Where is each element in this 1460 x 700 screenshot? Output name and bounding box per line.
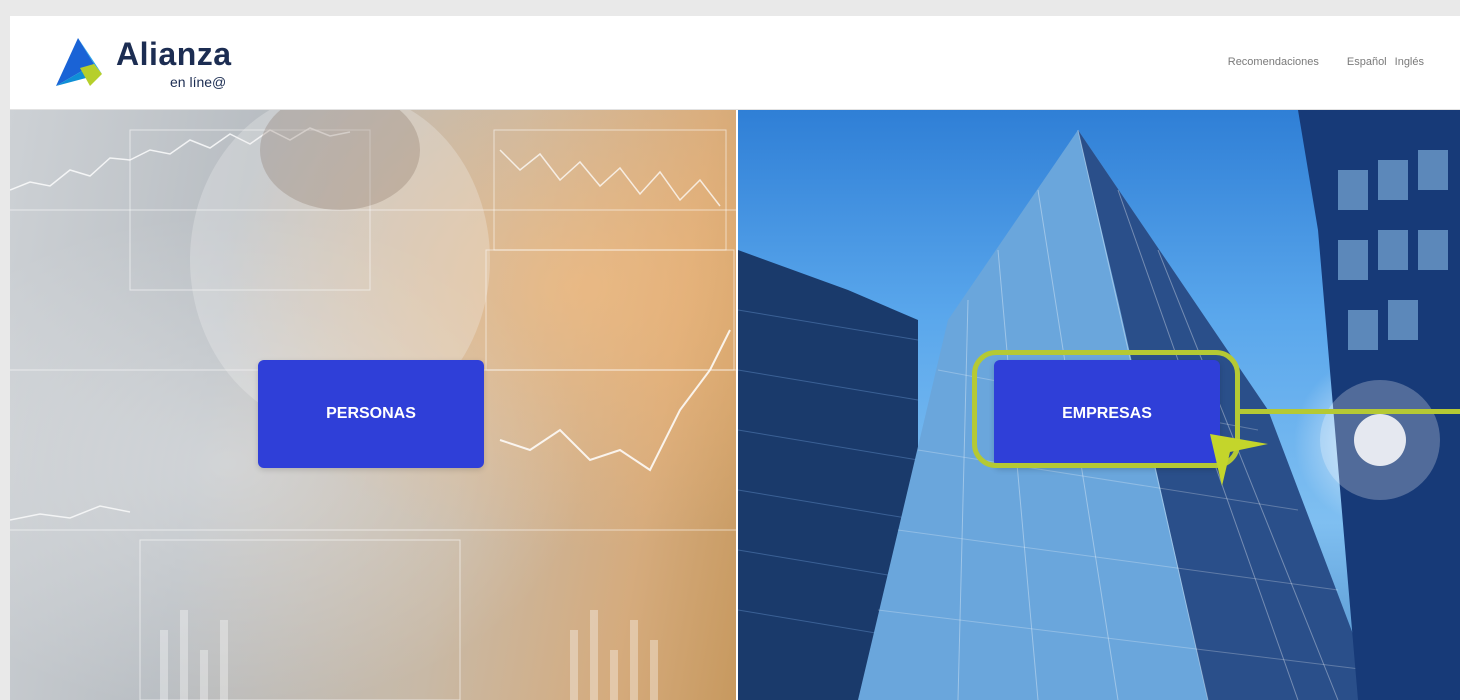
hero: PERSONAS EMPRESAS [10,110,1460,700]
page-frame: Alianza en líne@ Recomendaciones Español… [10,16,1460,700]
top-nav: Recomendaciones Español Inglés [1228,56,1424,68]
brand-name: Alianza [116,36,232,72]
nav-recomendaciones[interactable]: Recomendaciones [1228,56,1319,68]
arrow-pointer-icon [1210,434,1268,486]
personas-panel[interactable]: PERSONAS [10,110,736,700]
site-header: Alianza en líne@ Recomendaciones Español… [10,16,1460,110]
lang-ingles[interactable]: Inglés [1395,56,1424,68]
language-switcher: Español Inglés [1347,56,1424,68]
lang-espanol[interactable]: Español [1347,56,1387,68]
empresas-panel[interactable]: EMPRESAS [738,110,1460,700]
empresas-button[interactable]: EMPRESAS [994,360,1220,468]
alianza-logo-icon [56,38,102,86]
logo[interactable]: Alianza en líne@ [50,34,270,94]
personas-button[interactable]: PERSONAS [258,360,484,468]
brand-subtitle: en líne@ [170,74,227,90]
